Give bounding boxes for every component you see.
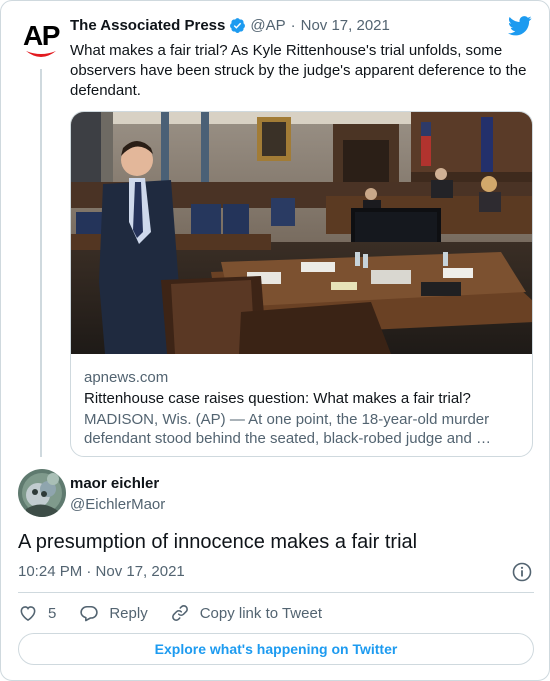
parent-date[interactable]: Nov 17, 2021 (301, 17, 390, 34)
verified-badge-icon (230, 18, 246, 33)
reply-author-name[interactable]: maor eichler (70, 475, 159, 492)
link-preview-card[interactable]: apnews.com Rittenhouse case raises quest… (70, 111, 533, 457)
reply-label: Reply (109, 604, 148, 622)
link-title[interactable]: Rittenhouse case raises question: What m… (84, 389, 520, 408)
like-count: 5 (48, 604, 57, 622)
tweet-actions: 5 Reply Copy link to Tweet (18, 602, 322, 624)
parent-handle[interactable]: @AP (250, 17, 285, 34)
tweet-embed-card: AP The Associated Press @AP · Nov 17, 20… (0, 0, 550, 681)
copy-link-label: Copy link to Tweet (199, 604, 322, 622)
ap-logo-text: AP (23, 20, 60, 51)
reply-timestamp[interactable]: 10:24 PM · Nov 17, 2021 (18, 563, 185, 580)
parent-tweet-header: The Associated Press @AP · Nov 17, 2021 (70, 17, 390, 34)
explore-twitter-button[interactable]: Explore what's happening on Twitter (18, 633, 534, 665)
reply-bubble-icon (80, 605, 99, 622)
reply-button[interactable]: Reply (79, 603, 148, 623)
parent-tweet-text: What makes a fair trial? As Kyle Rittenh… (70, 42, 527, 99)
thread-connector-line (40, 69, 42, 457)
link-icon (171, 605, 188, 621)
header-separator: · (290, 17, 296, 34)
ap-logo[interactable]: AP (19, 19, 63, 63)
copy-link-button[interactable]: Copy link to Tweet (170, 603, 322, 623)
link-domain: apnews.com (84, 369, 169, 386)
info-icon[interactable] (512, 562, 532, 582)
link-preview-meta: apnews.com Rittenhouse case raises quest… (84, 368, 520, 448)
twitter-bird-icon[interactable] (508, 15, 532, 37)
courtroom-photo (71, 112, 532, 354)
heart-icon (20, 606, 36, 622)
user-avatar[interactable] (18, 469, 66, 517)
reply-tweet-text: A presumption of innocence makes a fair … (18, 531, 418, 553)
divider (18, 592, 534, 593)
parent-author-name[interactable]: The Associated Press (70, 17, 225, 34)
like-button[interactable]: 5 (18, 603, 56, 623)
link-description: MADISON, Wis. (AP) — At one point, the 1… (84, 411, 491, 447)
reply-handle[interactable]: @EichlerMaor (70, 496, 165, 513)
